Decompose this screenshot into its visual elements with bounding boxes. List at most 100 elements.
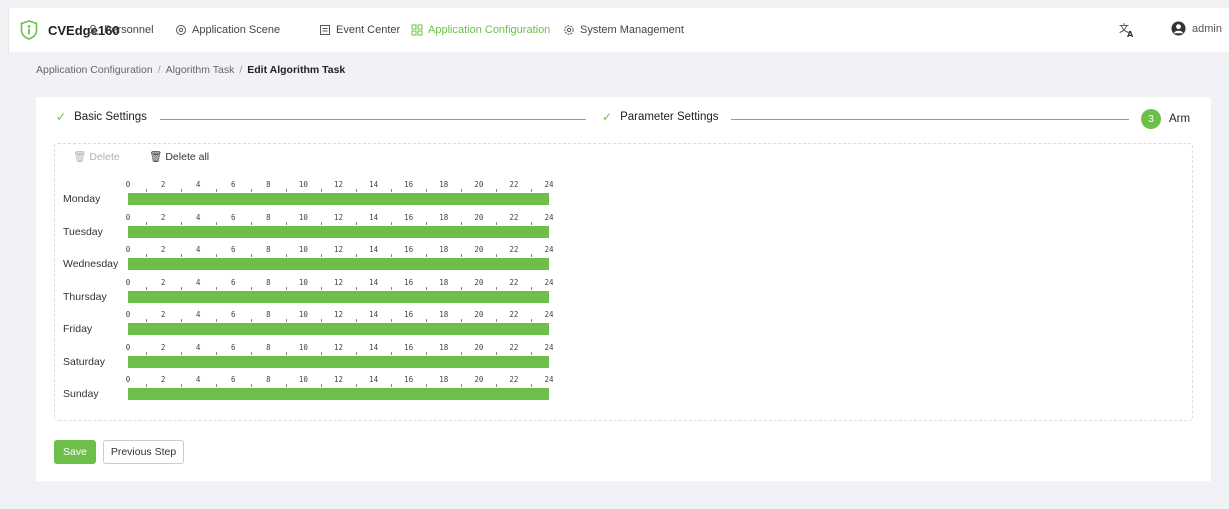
person-icon	[88, 24, 98, 36]
hour-minor-tick	[426, 221, 428, 225]
step-basic-settings[interactable]: ✓ Basic Settings	[56, 110, 147, 124]
day-label: Thursday	[63, 290, 107, 303]
hour-tick-label: 18	[439, 342, 449, 352]
hour-tick-label: 10	[298, 310, 308, 319]
hour-tick-label: 16	[404, 342, 414, 352]
armed-time-bar[interactable]	[128, 290, 549, 303]
hour-minor-tick	[250, 384, 252, 387]
hour-minor-tick	[250, 286, 252, 290]
armed-time-bar[interactable]	[128, 193, 549, 205]
hour-minor-tick	[285, 254, 287, 257]
hour-tick-label: 0	[125, 277, 131, 287]
hour-minor-tick	[391, 319, 393, 322]
hour-minor-tick	[320, 254, 322, 257]
hour-tick-label: 16	[404, 277, 414, 287]
hour-tick-label: 16	[404, 310, 414, 319]
username: admin	[1192, 22, 1222, 35]
hour-tick-label: 4	[195, 180, 201, 189]
hour-minor-tick	[426, 254, 428, 257]
hour-minor-tick	[215, 189, 217, 192]
hour-minor-tick	[496, 384, 498, 387]
hour-tick-label: 2	[160, 310, 166, 319]
nav-system-management[interactable]: System Management	[563, 24, 684, 36]
hour-tick-label: 18	[439, 310, 449, 319]
hour-tick-label: 0	[125, 180, 131, 189]
hour-minor-tick	[285, 319, 287, 322]
hour-tick-label: 6	[230, 180, 236, 189]
nav-application-configuration[interactable]: Application Configuration	[411, 24, 550, 36]
user-menu[interactable]: admin	[1171, 21, 1222, 36]
nav-event-center[interactable]: Event Center	[319, 24, 400, 36]
armed-time-bar[interactable]	[128, 225, 549, 238]
hour-minor-tick	[426, 384, 428, 387]
hour-minor-tick	[320, 189, 322, 192]
hour-minor-tick	[250, 189, 252, 192]
hour-minor-tick	[461, 351, 463, 355]
breadcrumb-item[interactable]: Algorithm Task	[166, 64, 235, 76]
hour-tick-label: 6	[230, 212, 236, 222]
delete-all-button[interactable]: 🗑 Delete all	[149, 150, 210, 164]
hour-tick-label: 24	[544, 212, 554, 222]
svg-text:A: A	[1127, 30, 1134, 38]
translate-icon[interactable]: 文 A	[1119, 22, 1135, 38]
hour-tick-label: 14	[369, 245, 379, 254]
hour-tick-label: 8	[266, 245, 271, 254]
nav-application-scene[interactable]: Application Scene	[175, 24, 280, 36]
armed-time-bar[interactable]	[128, 258, 549, 270]
hour-minor-tick	[531, 384, 533, 387]
hour-minor-tick	[145, 189, 147, 192]
hour-minor-tick	[496, 319, 498, 322]
armed-time-bar[interactable]	[128, 388, 549, 400]
breadcrumb-current: Edit Algorithm Task	[247, 64, 346, 76]
day-label: Tuesday	[63, 225, 103, 238]
check-icon: ✓	[602, 110, 613, 124]
day-label: Wednesday	[63, 258, 119, 270]
hour-tick-label: 8	[266, 212, 271, 222]
hour-tick-label: 18	[439, 277, 449, 287]
hour-tick-label: 24	[544, 310, 554, 319]
hour-minor-tick	[145, 319, 147, 322]
save-button[interactable]: Save	[54, 440, 96, 464]
hour-tick-label: 20	[474, 310, 484, 319]
hour-tick-label: 8	[266, 180, 271, 189]
hour-minor-tick	[285, 189, 287, 192]
logo-icon	[20, 20, 38, 40]
hour-tick-label: 6	[230, 245, 236, 254]
hour-minor-tick	[496, 189, 498, 192]
hour-minor-tick	[320, 286, 322, 290]
hour-tick-label: 24	[544, 342, 554, 352]
hour-tick-label: 20	[474, 180, 484, 189]
check-icon: ✓	[56, 110, 67, 124]
hour-minor-tick	[496, 254, 498, 257]
armed-time-bar[interactable]	[128, 355, 549, 368]
hour-tick-label: 14	[369, 212, 379, 222]
step-arm[interactable]: 3 Arm	[1141, 109, 1190, 129]
hour-tick-label: 18	[439, 245, 449, 254]
hour-tick-label: 22	[509, 212, 519, 222]
hour-minor-tick	[320, 319, 322, 322]
hour-tick-label: 20	[474, 342, 484, 352]
hour-tick-label: 22	[509, 310, 519, 319]
previous-step-button[interactable]: Previous Step	[103, 440, 184, 464]
hour-tick-label: 12	[333, 180, 344, 189]
hour-tick-label: 12	[333, 342, 344, 352]
delete-button[interactable]: 🗑 Delete	[73, 150, 120, 164]
hour-tick-label: 14	[369, 342, 379, 352]
armed-time-bar[interactable]	[128, 323, 549, 335]
hour-minor-tick	[356, 384, 358, 387]
nav-personnel[interactable]: Personnel	[87, 24, 154, 36]
hour-tick-label: 0	[125, 342, 131, 352]
step-parameter-settings[interactable]: ✓ Parameter Settings	[602, 110, 719, 124]
delete-all-label: Delete all	[165, 150, 210, 163]
hour-minor-tick	[215, 351, 217, 355]
hour-tick-label: 4	[195, 310, 201, 319]
hour-minor-tick	[356, 319, 358, 322]
hour-tick-label: 22	[509, 180, 519, 189]
hour-tick-label: 2	[160, 212, 166, 222]
gear-icon	[564, 25, 574, 35]
hour-minor-tick	[461, 221, 463, 225]
hour-tick-label: 20	[474, 375, 484, 384]
hour-tick-label: 4	[195, 245, 201, 254]
step-connector	[731, 119, 1129, 120]
breadcrumb-item[interactable]: Application Configuration	[36, 64, 153, 76]
